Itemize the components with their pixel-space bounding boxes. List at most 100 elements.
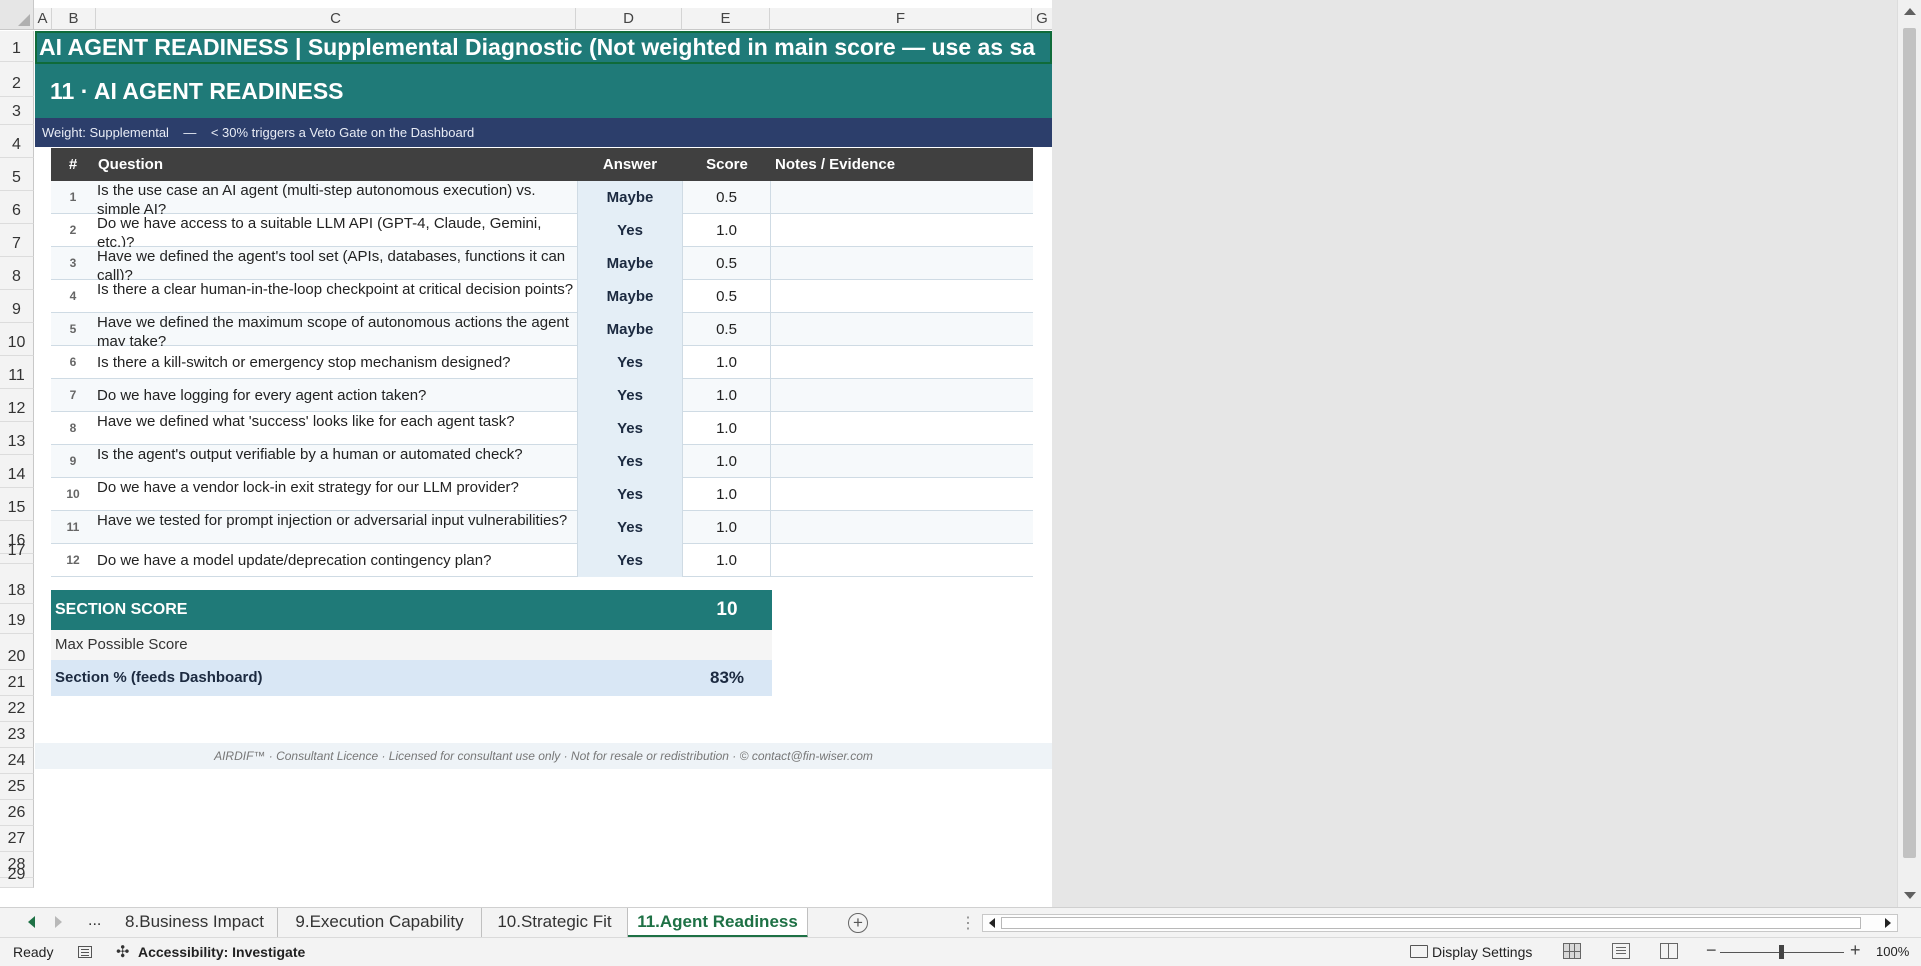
row-header-15[interactable]: 15	[0, 488, 34, 521]
row-header-18[interactable]: 18	[0, 564, 34, 604]
row-header-26[interactable]: 26	[0, 800, 34, 826]
tab-strategic-fit[interactable]: 10.Strategic Fit	[482, 908, 628, 938]
row-header-13[interactable]: 13	[0, 422, 34, 455]
score-cell[interactable]: 0.5	[683, 313, 771, 346]
vertical-scrollbar[interactable]	[1897, 0, 1921, 907]
question-text[interactable]: Do we have access to a suitable LLM API …	[97, 214, 577, 247]
row-header-21[interactable]: 21	[0, 670, 34, 696]
add-sheet-button[interactable]: +	[848, 913, 868, 933]
next-sheet-arrow-icon[interactable]	[55, 916, 62, 928]
column-header-e[interactable]: E	[682, 8, 770, 30]
answer-cell[interactable]: Maybe	[577, 247, 683, 280]
answer-cell[interactable]: Yes	[577, 346, 683, 379]
score-cell[interactable]: 1.0	[683, 544, 771, 577]
question-text[interactable]: Have we tested for prompt injection or a…	[97, 511, 577, 544]
page-break-preview-icon[interactable]	[1660, 943, 1678, 959]
question-text[interactable]: Do we have a model update/deprecation co…	[97, 544, 577, 577]
question-text[interactable]: Have we defined the agent's tool set (AP…	[97, 247, 577, 280]
accessibility-icon[interactable]: ✣	[116, 942, 129, 962]
notes-cell[interactable]	[771, 346, 1033, 379]
question-text[interactable]: Is the agent's output verifiable by a hu…	[97, 445, 577, 478]
notes-cell[interactable]	[771, 478, 1033, 511]
row-header-7[interactable]: 7	[0, 224, 34, 257]
row-header-6[interactable]: 6	[0, 191, 34, 224]
horizontal-scrollbar[interactable]	[982, 914, 1898, 932]
question-text[interactable]: Is there a kill-switch or emergency stop…	[97, 346, 577, 379]
worksheet[interactable]: A B C D E F G 1 2 3 4 5 6 7 8 9 10 11 12 13 14 15 16 17 1…	[0, 0, 1052, 907]
horizontal-scroll-thumb[interactable]	[1001, 917, 1861, 929]
macro-recording-icon[interactable]	[78, 946, 92, 958]
section-percent-value[interactable]: 83%	[683, 660, 771, 696]
scroll-right-arrow-icon[interactable]	[1885, 918, 1891, 928]
tab-execution-capability[interactable]: 9.Execution Capability	[278, 908, 482, 938]
score-cell[interactable]: 1.0	[683, 478, 771, 511]
answer-cell[interactable]: Yes	[577, 214, 683, 247]
scroll-left-arrow-icon[interactable]	[989, 918, 995, 928]
notes-cell[interactable]	[771, 445, 1033, 478]
zoom-out-icon[interactable]: −	[1706, 940, 1717, 961]
notes-cell[interactable]	[771, 214, 1033, 247]
vertical-scroll-thumb[interactable]	[1903, 28, 1916, 858]
notes-cell[interactable]	[771, 247, 1033, 280]
select-all-corner[interactable]	[0, 0, 34, 30]
question-text[interactable]: Is there a clear human-in-the-loop check…	[97, 280, 577, 313]
row-header-29[interactable]: 29	[0, 866, 34, 888]
notes-cell[interactable]	[771, 412, 1033, 445]
question-text[interactable]: Do we have logging for every agent actio…	[97, 379, 577, 412]
section-score-value[interactable]: 10	[683, 590, 771, 630]
answer-cell[interactable]: Yes	[577, 478, 683, 511]
row-header-19[interactable]: 19	[0, 604, 34, 634]
row-header-20[interactable]: 20	[0, 634, 34, 670]
accessibility-status[interactable]: Accessibility: Investigate	[138, 938, 305, 966]
score-cell[interactable]: 0.5	[683, 280, 771, 313]
score-cell[interactable]: 1.0	[683, 412, 771, 445]
tab-business-impact[interactable]: 8.Business Impact	[112, 908, 278, 938]
row-header-8[interactable]: 8	[0, 257, 34, 290]
column-header-d[interactable]: D	[576, 8, 682, 30]
answer-cell[interactable]: Yes	[577, 544, 683, 577]
zoom-slider-thumb[interactable]	[1779, 945, 1784, 959]
zoom-in-icon[interactable]: +	[1850, 940, 1861, 961]
row-header-3[interactable]: 3	[0, 97, 34, 125]
row-header-25[interactable]: 25	[0, 774, 34, 800]
score-cell[interactable]: 1.0	[683, 445, 771, 478]
answer-cell[interactable]: Maybe	[577, 280, 683, 313]
previous-sheet-arrow-icon[interactable]	[28, 916, 35, 928]
tab-split-handle-icon[interactable]: ⋮	[960, 913, 976, 933]
scroll-down-arrow-icon[interactable]	[1904, 892, 1916, 899]
column-header-f[interactable]: F	[770, 8, 1032, 30]
row-header-24[interactable]: 24	[0, 748, 34, 774]
question-text[interactable]: Is the use case an AI agent (multi-step …	[97, 181, 577, 214]
sheet-title[interactable]: AI AGENT READINESS | Supplemental Diagno…	[35, 31, 1052, 64]
display-settings-icon[interactable]	[1410, 945, 1428, 958]
row-header-14[interactable]: 14	[0, 455, 34, 488]
row-header-23[interactable]: 23	[0, 722, 34, 748]
row-header-22[interactable]: 22	[0, 696, 34, 722]
row-header-2[interactable]: 2	[0, 62, 34, 97]
question-text[interactable]: Do we have a vendor lock-in exit strateg…	[97, 478, 577, 511]
zoom-level[interactable]: 100%	[1876, 938, 1909, 966]
question-text[interactable]: Have we defined what 'success' looks lik…	[97, 412, 577, 445]
score-cell[interactable]: 1.0	[683, 511, 771, 544]
notes-cell[interactable]	[771, 511, 1033, 544]
page-layout-view-icon[interactable]	[1612, 943, 1630, 959]
notes-cell[interactable]	[771, 280, 1033, 313]
row-header-4[interactable]: 4	[0, 125, 34, 158]
row-header-5[interactable]: 5	[0, 158, 34, 191]
tab-agent-readiness[interactable]: 11.Agent Readiness	[628, 908, 808, 938]
answer-cell[interactable]: Yes	[577, 412, 683, 445]
scroll-up-arrow-icon[interactable]	[1904, 8, 1916, 15]
notes-cell[interactable]	[771, 544, 1033, 577]
column-header-c[interactable]: C	[96, 8, 576, 30]
row-header-17[interactable]: 17	[0, 542, 34, 564]
display-settings-button[interactable]: Display Settings	[1432, 938, 1532, 966]
answer-cell[interactable]: Maybe	[577, 313, 683, 346]
column-header-g[interactable]: G	[1032, 8, 1052, 30]
answer-cell[interactable]: Yes	[577, 445, 683, 478]
answer-cell[interactable]: Yes	[577, 511, 683, 544]
score-cell[interactable]: 1.0	[683, 379, 771, 412]
row-header-1[interactable]: 1	[0, 31, 34, 62]
answer-cell[interactable]: Yes	[577, 379, 683, 412]
row-header-12[interactable]: 12	[0, 389, 34, 422]
more-sheets-button[interactable]: ...	[88, 912, 101, 930]
